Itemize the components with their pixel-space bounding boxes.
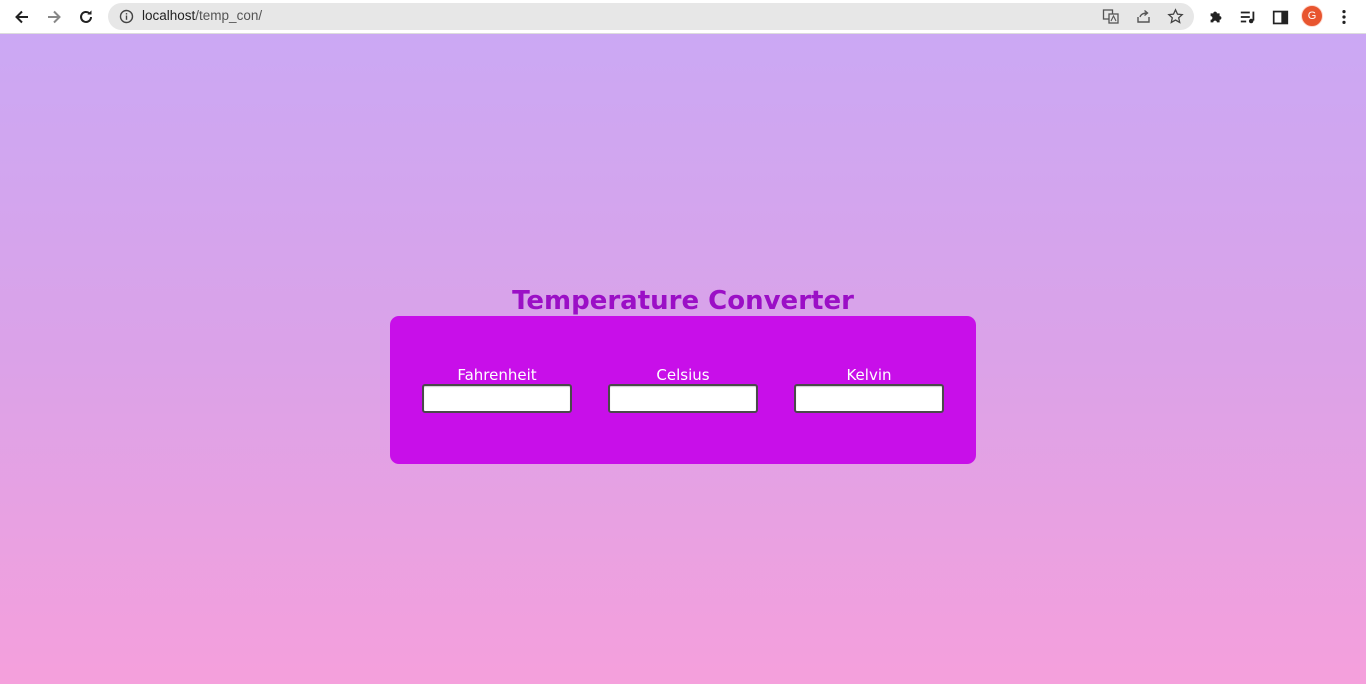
url-host: localhost: [142, 8, 196, 23]
celsius-label: Celsius: [656, 366, 710, 384]
share-icon[interactable]: [1135, 8, 1152, 25]
media-icon: [1240, 11, 1255, 24]
reload-button[interactable]: [74, 5, 98, 29]
kelvin-input[interactable]: [794, 384, 944, 413]
side-panel-button[interactable]: [1270, 7, 1290, 27]
forward-icon: [48, 10, 61, 24]
celsius-input[interactable]: [608, 384, 758, 413]
address-bar[interactable]: localhost/temp_con/: [108, 3, 1194, 30]
forward-button[interactable]: [42, 5, 66, 29]
url-path: /temp_con/: [195, 8, 263, 23]
browser-toolbar: localhost/temp_con/ G: [0, 0, 1366, 34]
back-button[interactable]: [10, 5, 34, 29]
fahrenheit-field-group: Fahrenheit: [422, 366, 572, 413]
menu-button[interactable]: [1334, 7, 1354, 27]
back-icon: [15, 10, 28, 24]
translate-icon[interactable]: [1102, 8, 1119, 25]
media-button[interactable]: [1238, 7, 1258, 27]
menu-icon: [1342, 9, 1346, 25]
extensions-button[interactable]: [1206, 7, 1226, 27]
page-viewport: Temperature Converter Fahrenheit Celsius…: [0, 34, 1366, 684]
celsius-field-group: Celsius: [608, 366, 758, 413]
side-panel-icon: [1272, 10, 1288, 24]
url-text[interactable]: localhost/temp_con/: [142, 8, 262, 23]
kelvin-field-group: Kelvin: [794, 366, 944, 413]
kelvin-label: Kelvin: [846, 366, 892, 384]
star-icon[interactable]: [1167, 8, 1184, 25]
info-icon[interactable]: [119, 9, 134, 24]
page-title: Temperature Converter: [512, 286, 854, 316]
reload-icon: [80, 10, 92, 23]
fahrenheit-label: Fahrenheit: [457, 366, 537, 384]
extensions-icon: [1210, 11, 1222, 23]
profile-avatar[interactable]: G: [1301, 5, 1323, 27]
converter-card: Fahrenheit Celsius Kelvin: [390, 316, 976, 464]
fahrenheit-input[interactable]: [422, 384, 572, 413]
